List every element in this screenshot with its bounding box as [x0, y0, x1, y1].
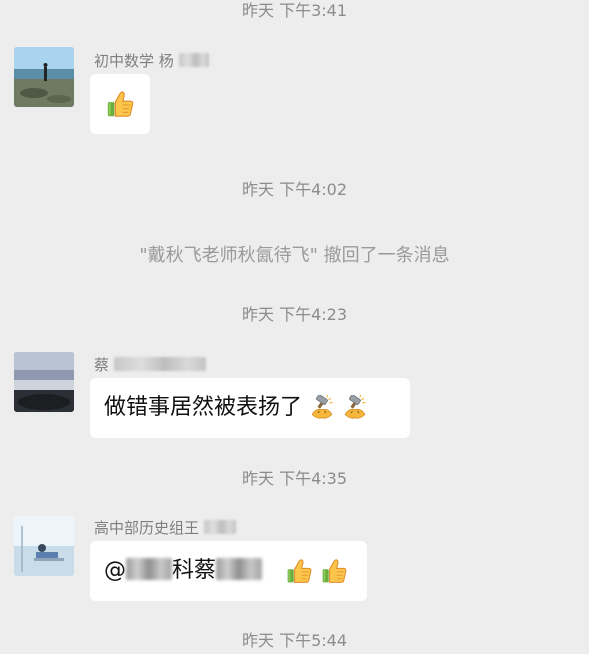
avatar[interactable] — [14, 516, 74, 576]
redacted-name — [203, 520, 236, 534]
avatar[interactable] — [14, 47, 74, 107]
redacted-name — [178, 53, 209, 67]
avatar[interactable] — [14, 352, 74, 412]
hammer-clap-icon — [309, 395, 335, 421]
message-text: 做错事居然被表扬了 — [104, 395, 303, 420]
sender-name: 初中数学 杨 — [94, 51, 209, 71]
recall-notice: "戴秋飞老师秋氤待飞" 撤回了一条消息 — [139, 245, 450, 266]
mention-at: @ — [104, 558, 126, 583]
message-bubble[interactable]: @ 科蔡 — [90, 541, 367, 601]
timestamp: 昨天 下午5:44 — [241, 631, 348, 650]
timestamp: 昨天 下午4:23 — [241, 305, 348, 324]
message-text: 科蔡 — [172, 558, 217, 583]
timestamp: 昨天 下午4:02 — [241, 180, 348, 199]
hammer-clap-icon — [342, 395, 368, 421]
thumbs-up-icon — [105, 89, 135, 119]
redacted-name — [113, 357, 206, 371]
message-bubble[interactable] — [90, 74, 150, 134]
sender-name: 蔡 — [94, 355, 206, 375]
timestamp: 昨天 下午4:35 — [241, 469, 348, 488]
message-bubble[interactable]: 做错事居然被表扬了 — [90, 378, 410, 438]
thumbs-up-icon — [285, 557, 313, 585]
chat-window: 昨天 下午3:41 初中数学 杨 昨天 下午4:02 "戴秋飞老师秋氤待飞" 撤… — [0, 0, 589, 654]
redacted-mention — [126, 558, 172, 580]
sender-name: 高中部历史组王 — [94, 518, 236, 538]
redacted-mention — [216, 558, 263, 580]
timestamp: 昨天 下午3:41 — [241, 1, 348, 20]
thumbs-up-icon — [320, 557, 348, 585]
